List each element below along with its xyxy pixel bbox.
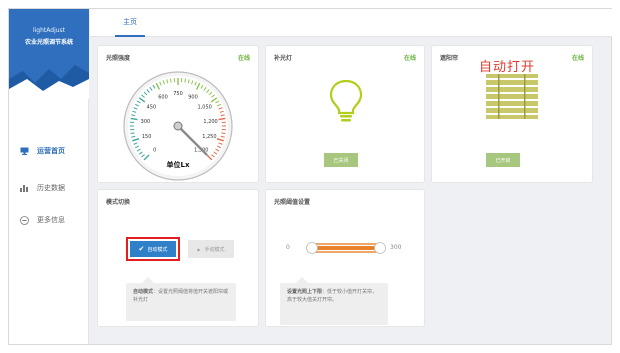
light-intensity-card: 光照强度 在线 0 150 300 450 600 750 900 1,050 1,200 1,2… <box>97 45 259 183</box>
sidebar-item-label: 运营首页 <box>37 147 65 155</box>
auto-mode-button[interactable]: ✔ 自动模式 <box>126 237 180 261</box>
manual-mode-button[interactable]: ▶ 手动模式 <box>188 240 234 258</box>
fill-light-card: 补光灯 在线 已关闭 <box>265 45 425 183</box>
threshold-card: 光照阈值设置 0 300 设置光照上下限：低于较小值开灯关帘，高于较大值关灯开帘… <box>265 189 425 327</box>
threshold-range-slider[interactable] <box>306 240 386 256</box>
card-title: 补光灯 <box>274 55 293 62</box>
shade-card: 遮阳帘 在线 自动打开 已开启 <box>431 45 593 183</box>
card-title: 光照阈值设置 <box>274 199 311 206</box>
tooltip-title: 自动模式 <box>133 289 154 295</box>
play-icon: ▶ <box>197 246 201 252</box>
blinds-icon <box>486 74 538 119</box>
gauge-tick-label: 0 <box>153 147 156 153</box>
gauge-tick-mark <box>221 132 226 135</box>
monitor-icon <box>19 147 29 155</box>
mode-tooltip: 自动模式：设置光照阈值将值开关遮阳帘或补光灯 <box>126 277 236 321</box>
mountain-illustration <box>9 65 89 99</box>
gauge-tick-label: 600 <box>158 95 168 101</box>
gauge-tick-label: 900 <box>188 95 198 101</box>
light-gauge: 01503004506007509001,0501,2001,2501,500 … <box>123 71 233 181</box>
range-min-handle[interactable] <box>306 242 318 254</box>
auto-mode-label: 自动模式 <box>147 246 168 253</box>
gauge-hub <box>173 121 183 131</box>
sidebar-item-more[interactable]: 更多信息 <box>9 212 89 228</box>
range-max-label: 300 <box>390 244 402 251</box>
check-icon: ✔ <box>138 245 145 253</box>
shade-status-overlay: 自动打开 <box>479 60 536 75</box>
sidebar-item-label: 更多信息 <box>37 216 65 224</box>
gauge-tick-mark <box>130 132 135 135</box>
lightbulb-icon <box>329 79 363 122</box>
status-badge: 在线 <box>403 55 416 62</box>
range-max-handle[interactable] <box>374 242 386 254</box>
sidebar-item-label: 历史数据 <box>37 184 65 192</box>
more-circle-icon <box>19 215 29 225</box>
card-title: 遮阳帘 <box>440 55 459 62</box>
shade-status-button[interactable]: 已开启 <box>486 153 520 167</box>
gauge-tick-label: 1,050 <box>198 105 212 111</box>
bar-chart-icon <box>19 184 29 192</box>
brand-banner: lightAdjust 农业光照调节系统 <box>9 9 89 99</box>
gauge-tick-label: 750 <box>173 91 183 97</box>
brand-title: lightAdjust <box>32 27 66 34</box>
status-badge: 在线 <box>571 55 584 62</box>
gauge-tick-label: 1,250 <box>202 134 216 140</box>
brand-subtitle: 农业光照调节系统 <box>24 39 73 46</box>
gauge-tick-label: 300 <box>141 119 151 125</box>
card-title: 模式切换 <box>106 199 131 206</box>
gauge-tick-mark <box>169 78 172 83</box>
threshold-tooltip: 设置光照上下限：低于较小值开灯关帘，高于较大值关灯开帘。 <box>280 277 388 325</box>
sidebar-item-home[interactable]: 运营首页 <box>9 143 89 159</box>
range-min-label: 0 <box>286 244 290 251</box>
sidebar: lightAdjust 农业光照调节系统 运营首页 历史数据 更多信息 <box>9 9 89 344</box>
gauge-tick-label: 150 <box>142 134 152 140</box>
gauge-tick-mark <box>184 78 187 83</box>
mode-switch-card: 模式切换 ✔ 自动模式 ▶ 手动模式 自动模式：设置光照阈值将值开关遮阳帘或补光… <box>97 189 259 327</box>
gauge-unit-label: 单位Lx <box>167 160 190 169</box>
fill-light-status-button[interactable]: 已关闭 <box>324 153 358 167</box>
manual-mode-label: 手动模式 <box>204 246 225 253</box>
gauge-tick-label: 1,200 <box>203 119 217 125</box>
gauge-tick-label: 450 <box>147 105 157 111</box>
sidebar-item-history[interactable]: 历史数据 <box>9 180 89 196</box>
tooltip-title: 设置光照上下限 <box>287 289 323 295</box>
tab-home[interactable]: 主页 <box>115 9 145 37</box>
topbar: 主页 <box>90 9 612 37</box>
